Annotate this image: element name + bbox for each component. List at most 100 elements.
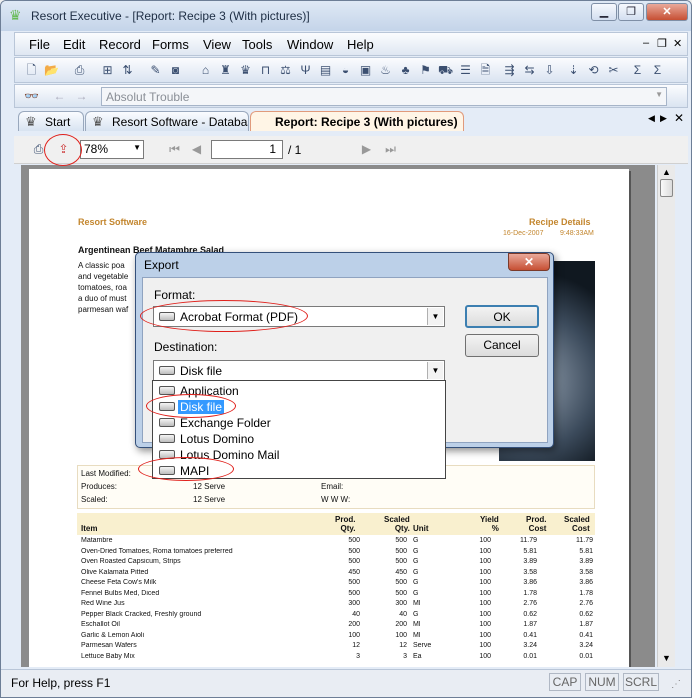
table-cell-prod: 500 — [348, 537, 360, 544]
vertical-scrollbar[interactable]: ▲ ▼ — [657, 165, 675, 667]
list-icon[interactable]: ☰ — [457, 62, 474, 79]
sum-check-icon[interactable]: Σ — [649, 62, 666, 79]
option-lotus-domino-mail[interactable]: Lotus Domino Mail — [154, 447, 444, 463]
option-mapi[interactable]: MAPI — [154, 463, 444, 479]
zoom-combo[interactable]: 78% ▼ — [80, 140, 144, 159]
format-select[interactable]: Acrobat Format (PDF) ▼ — [153, 306, 445, 327]
table-cell-prod: 500 — [348, 547, 360, 555]
menu-help[interactable]: Help — [347, 37, 374, 52]
forward-icon[interactable]: ⇶ — [501, 62, 518, 79]
download-icon[interactable]: ⇩ — [541, 62, 558, 79]
chef-hat-icon[interactable]: ♛ — [237, 62, 254, 79]
chevron-down-icon[interactable]: ▼ — [133, 143, 141, 152]
export-icon[interactable]: ⇪ — [55, 141, 72, 158]
sort-alpha-icon[interactable]: ⇣ — [565, 62, 582, 79]
tree-icon[interactable]: ♣ — [397, 62, 414, 79]
scroll-up-icon[interactable]: ▲ — [662, 167, 671, 177]
sum-icon[interactable]: Σ — [629, 62, 646, 79]
table-cell-prod: 200 — [348, 621, 360, 628]
restore-button[interactable]: ❐ — [618, 3, 644, 21]
mdi-close-button[interactable]: ✕ — [673, 37, 682, 50]
document-icon[interactable]: 🗎 — [477, 62, 494, 79]
close-button[interactable]: ✕ — [646, 3, 688, 21]
menu-tools[interactable]: Tools — [242, 37, 272, 52]
option-exchange-folder[interactable]: Exchange Folder — [154, 415, 444, 431]
tab-scroll-right-icon[interactable]: ▶ — [660, 113, 667, 124]
replace-icon[interactable]: ⟲ — [585, 62, 602, 79]
chevron-down-icon[interactable]: ▼ — [427, 362, 443, 379]
tools-icon[interactable]: ✂ — [605, 62, 622, 79]
grocery-icon[interactable]: ♨ — [377, 62, 394, 79]
column-header-scaled-cost: Scaled Cost — [564, 515, 590, 533]
bottles-icon[interactable]: ♜ — [217, 62, 234, 79]
tab-start[interactable]: ♛ Start — [18, 111, 84, 131]
open-folder-icon[interactable]: 📂 — [43, 62, 60, 79]
table-cell-scaled: 300 — [395, 600, 407, 607]
box-icon[interactable]: ▣ — [357, 62, 374, 79]
menu-edit[interactable]: Edit — [63, 37, 85, 52]
scrollbar-thumb[interactable] — [660, 179, 673, 197]
destination-select[interactable]: Disk file ▼ — [153, 360, 445, 381]
menu-file[interactable]: File — [29, 37, 50, 52]
option-lotus-domino[interactable]: Lotus Domino — [154, 431, 444, 447]
report-company: Resort Software — [78, 217, 148, 227]
table-cell-unit: Ml — [413, 621, 421, 628]
dialog-close-button[interactable]: ✕ — [508, 253, 550, 271]
print-icon[interactable]: ⎙ — [71, 62, 88, 79]
new-icon[interactable]: 🗋 — [23, 62, 40, 79]
first-page-icon[interactable]: ⏮ — [166, 141, 183, 158]
menu-view[interactable]: View — [203, 37, 231, 52]
menu-bar: File Edit Record Forms View Tools Window… — [14, 32, 688, 56]
edit-icon[interactable]: ✎ — [147, 62, 164, 79]
chevron-down-icon[interactable]: ▼ — [427, 308, 443, 325]
next-page-icon[interactable]: ▶ — [358, 141, 375, 158]
table-cell-scost: 0.41 — [579, 631, 593, 639]
tab-report[interactable]: Report: Recipe 3 (With pictures) — [250, 111, 464, 131]
option-disk-file[interactable]: Disk file — [154, 399, 444, 415]
menu-forms[interactable]: Forms — [152, 37, 189, 52]
mdi-restore-button[interactable]: ❐ — [657, 37, 667, 50]
flag-icon[interactable]: ⚑ — [417, 62, 434, 79]
scaled-value: 12 Serve — [193, 495, 226, 504]
search-combo[interactable]: Absolut Trouble ▼ — [101, 87, 667, 106]
truck-icon[interactable]: ⛟ — [437, 62, 454, 79]
page-number-input[interactable]: 1 — [211, 140, 283, 159]
option-label: Application — [180, 384, 239, 398]
find-binoculars-icon[interactable]: 👓 — [23, 88, 40, 105]
table-cell-pcost: 3.89 — [523, 558, 537, 565]
camera-icon[interactable]: ◙ — [167, 62, 184, 79]
column-header-scaled-qty: Scaled Qty. — [384, 515, 410, 533]
status-help-text: For Help, press F1 — [11, 676, 111, 690]
menu-card-icon[interactable]: ▤ — [317, 62, 334, 79]
tab-database[interactable]: ♛ Resort Software - Database — [85, 111, 249, 131]
option-application[interactable]: Application — [154, 383, 444, 399]
table-cell-item: Oven-Dried Tomatoes, Roma tomatoes prefe… — [81, 547, 233, 555]
sort-icon[interactable]: ⇅ — [119, 62, 136, 79]
tray-icon[interactable]: ⊓ — [257, 62, 274, 79]
menu-window[interactable]: Window — [287, 37, 333, 52]
table-cell-scost: 2.76 — [579, 600, 593, 607]
chevron-down-icon[interactable]: ▼ — [655, 90, 663, 99]
transfer-icon[interactable]: ⇆ — [521, 62, 538, 79]
back-arrow-icon[interactable]: ← — [51, 88, 68, 105]
cancel-button[interactable]: Cancel — [465, 334, 539, 357]
table-cell-scost: 1.78 — [579, 589, 593, 597]
tab-scroll-left-icon[interactable]: ◀ — [648, 113, 655, 124]
tab-close-icon[interactable]: ✕ — [674, 111, 684, 125]
menu-record[interactable]: Record — [99, 37, 141, 52]
mdi-minimize-button[interactable]: – — [643, 37, 649, 49]
last-page-icon[interactable]: ⏭ — [382, 141, 399, 158]
forward-arrow-icon[interactable]: → — [73, 88, 90, 105]
minimize-button[interactable]: ▁ — [591, 3, 617, 21]
print-report-icon[interactable]: ⎙ — [30, 141, 47, 158]
scale-icon[interactable]: ⚖ — [277, 62, 294, 79]
ok-button[interactable]: OK — [465, 305, 539, 328]
building-icon[interactable]: ⌂ — [197, 62, 214, 79]
cutlery-icon[interactable]: Ψ — [297, 62, 314, 79]
recipe-description-line: a duo of must — [78, 294, 127, 303]
pot-icon[interactable]: ◒ — [337, 62, 354, 79]
resize-grip-icon[interactable]: ⋰ — [671, 679, 681, 690]
hierarchy-icon[interactable]: ⊞ — [99, 62, 116, 79]
scroll-down-icon[interactable]: ▼ — [662, 653, 671, 663]
previous-page-icon[interactable]: ◀ — [188, 141, 205, 158]
